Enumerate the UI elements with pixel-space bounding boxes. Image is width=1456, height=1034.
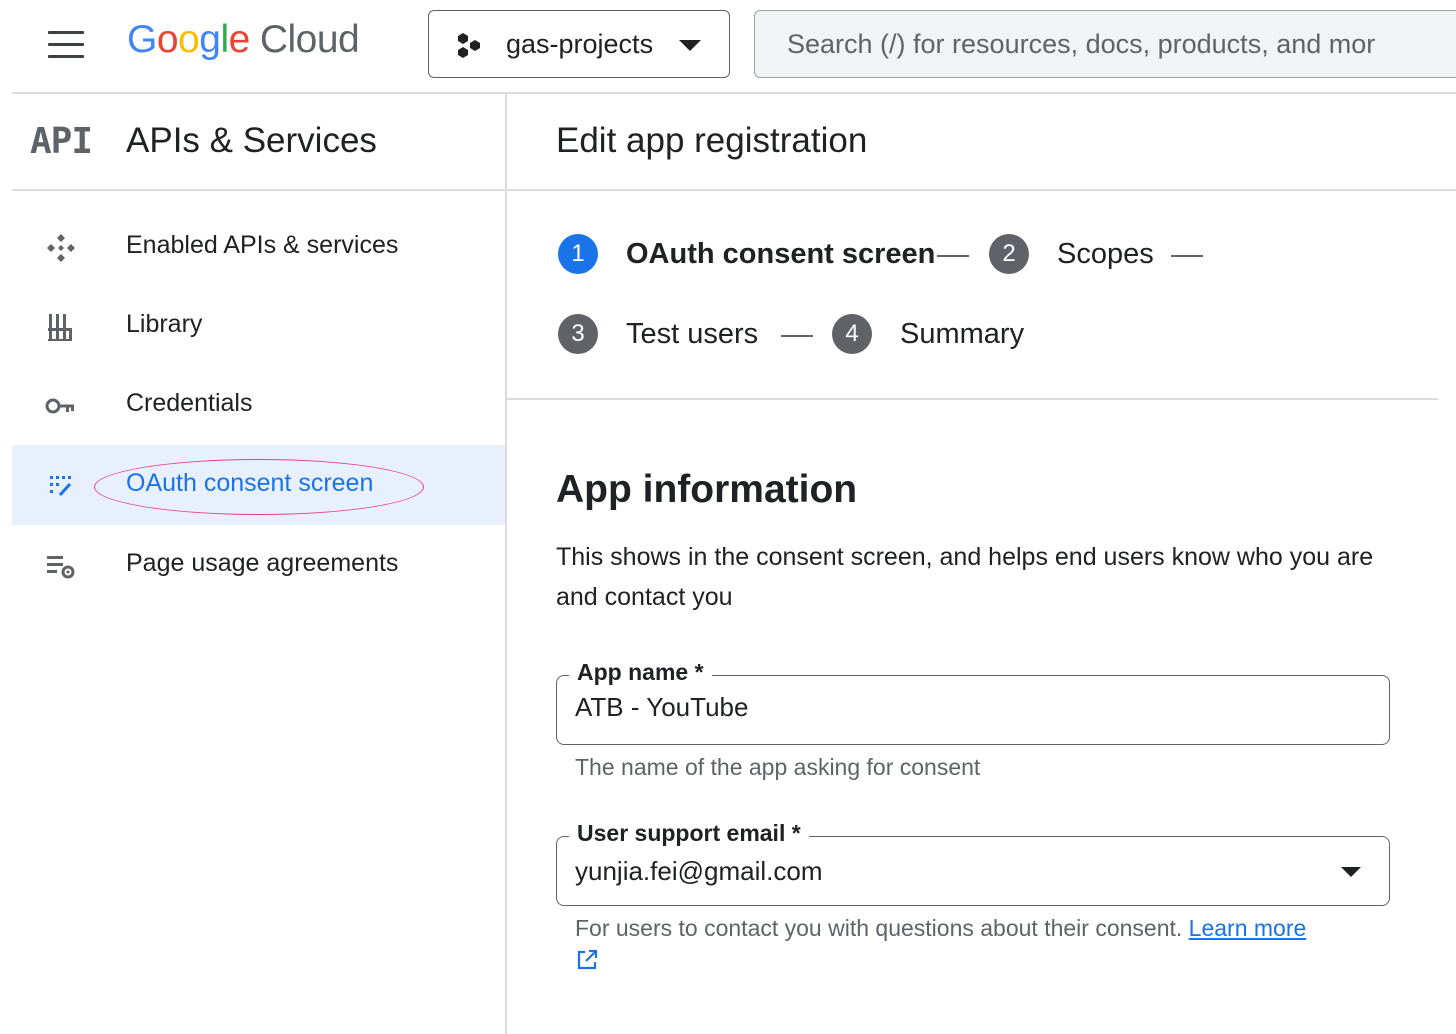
sidebar-item-library[interactable]: Library [12, 286, 505, 366]
step-connector [1171, 255, 1203, 257]
app-name-hint: The name of the app asking for consent [575, 754, 981, 780]
sidebar-item-label: Credentials [126, 389, 253, 417]
sidebar-item-credentials[interactable]: Credentials [12, 365, 505, 445]
oauth-grid-icon [50, 476, 72, 497]
app-name-field[interactable]: App name * [556, 659, 1390, 745]
step-number: 1 [558, 234, 598, 274]
project-picker[interactable]: gas-projects [428, 10, 730, 78]
sidebar-item-label: Library [126, 310, 203, 338]
step-summary[interactable]: 4 Summary [832, 314, 1052, 358]
google-cloud-logo[interactable]: Google Cloud [127, 18, 360, 62]
step-connector [937, 255, 969, 257]
support-email-value: yunjia.fei@gmail.com [575, 856, 823, 886]
step-test-users[interactable]: 3 Test users [558, 314, 778, 358]
section-title: App information [556, 468, 858, 511]
api-logo-icon: API [30, 121, 93, 162]
key-icon [45, 398, 74, 414]
support-email-select[interactable]: User support email * yunjia.fei@gmail.co… [556, 820, 1390, 906]
step-oauth-consent-screen[interactable]: 1 OAuth consent screen [558, 234, 948, 278]
stepper-divider [507, 398, 1438, 400]
search-bar[interactable] [754, 10, 1456, 78]
main-menu-button[interactable] [40, 24, 92, 66]
apis-diamond-icon [47, 234, 75, 262]
search-input[interactable] [755, 11, 1456, 77]
step-connector [781, 335, 813, 337]
support-email-label: User support email * [569, 820, 809, 847]
step-number: 3 [558, 314, 598, 354]
support-email-hint-text: For users to contact you with questions … [575, 915, 1183, 941]
sidebar-header: API APIs & Services [12, 93, 505, 189]
app-name-label: App name * [569, 659, 712, 686]
step-label: Scopes [1057, 238, 1154, 270]
sidebar-title: APIs & Services [126, 121, 377, 160]
section-description: This shows in the consent screen, and he… [556, 543, 1374, 611]
sidebar-item-label: Page usage agreements [126, 549, 399, 577]
settings-list-icon [47, 556, 75, 579]
library-icon [48, 314, 72, 341]
step-label: OAuth consent screen [626, 238, 936, 270]
top-bar: Google Cloud gas-projects [0, 0, 1456, 92]
hamburger-icon [48, 31, 84, 34]
main-content: Edit app registration 1 OAuth consent sc… [507, 93, 1456, 1034]
project-hexagons-icon [458, 33, 480, 58]
sidebar-item-label: Enabled APIs & services [126, 231, 399, 259]
sidebar-divider [12, 189, 505, 191]
step-label: Test users [626, 318, 759, 350]
sidebar: API APIs & Services Enabled APIs & servi… [12, 93, 505, 1034]
step-scopes[interactable]: 2 Scopes [989, 234, 1189, 278]
learn-more-link[interactable]: Learn more [1189, 915, 1307, 941]
title-divider [507, 189, 1456, 191]
page-title: Edit app registration [556, 121, 868, 160]
sidebar-item-oauth-consent-screen[interactable]: OAuth consent screen [12, 445, 505, 525]
sidebar-item-label: OAuth consent screen [126, 469, 374, 497]
sidebar-item-enabled-apis[interactable]: Enabled APIs & services [12, 207, 505, 287]
step-label: Summary [900, 318, 1025, 350]
dropdown-caret-icon [679, 40, 701, 51]
app-name-input[interactable] [575, 692, 1335, 723]
step-number: 2 [989, 234, 1029, 274]
project-name: gas-projects [506, 29, 654, 59]
open-in-new-icon[interactable] [575, 948, 599, 972]
sidebar-item-page-usage-agreements[interactable]: Page usage agreements [12, 525, 505, 605]
step-number: 4 [832, 314, 872, 354]
dropdown-caret-icon [1341, 867, 1361, 877]
support-email-hint: For users to contact you with questions … [575, 915, 1306, 942]
